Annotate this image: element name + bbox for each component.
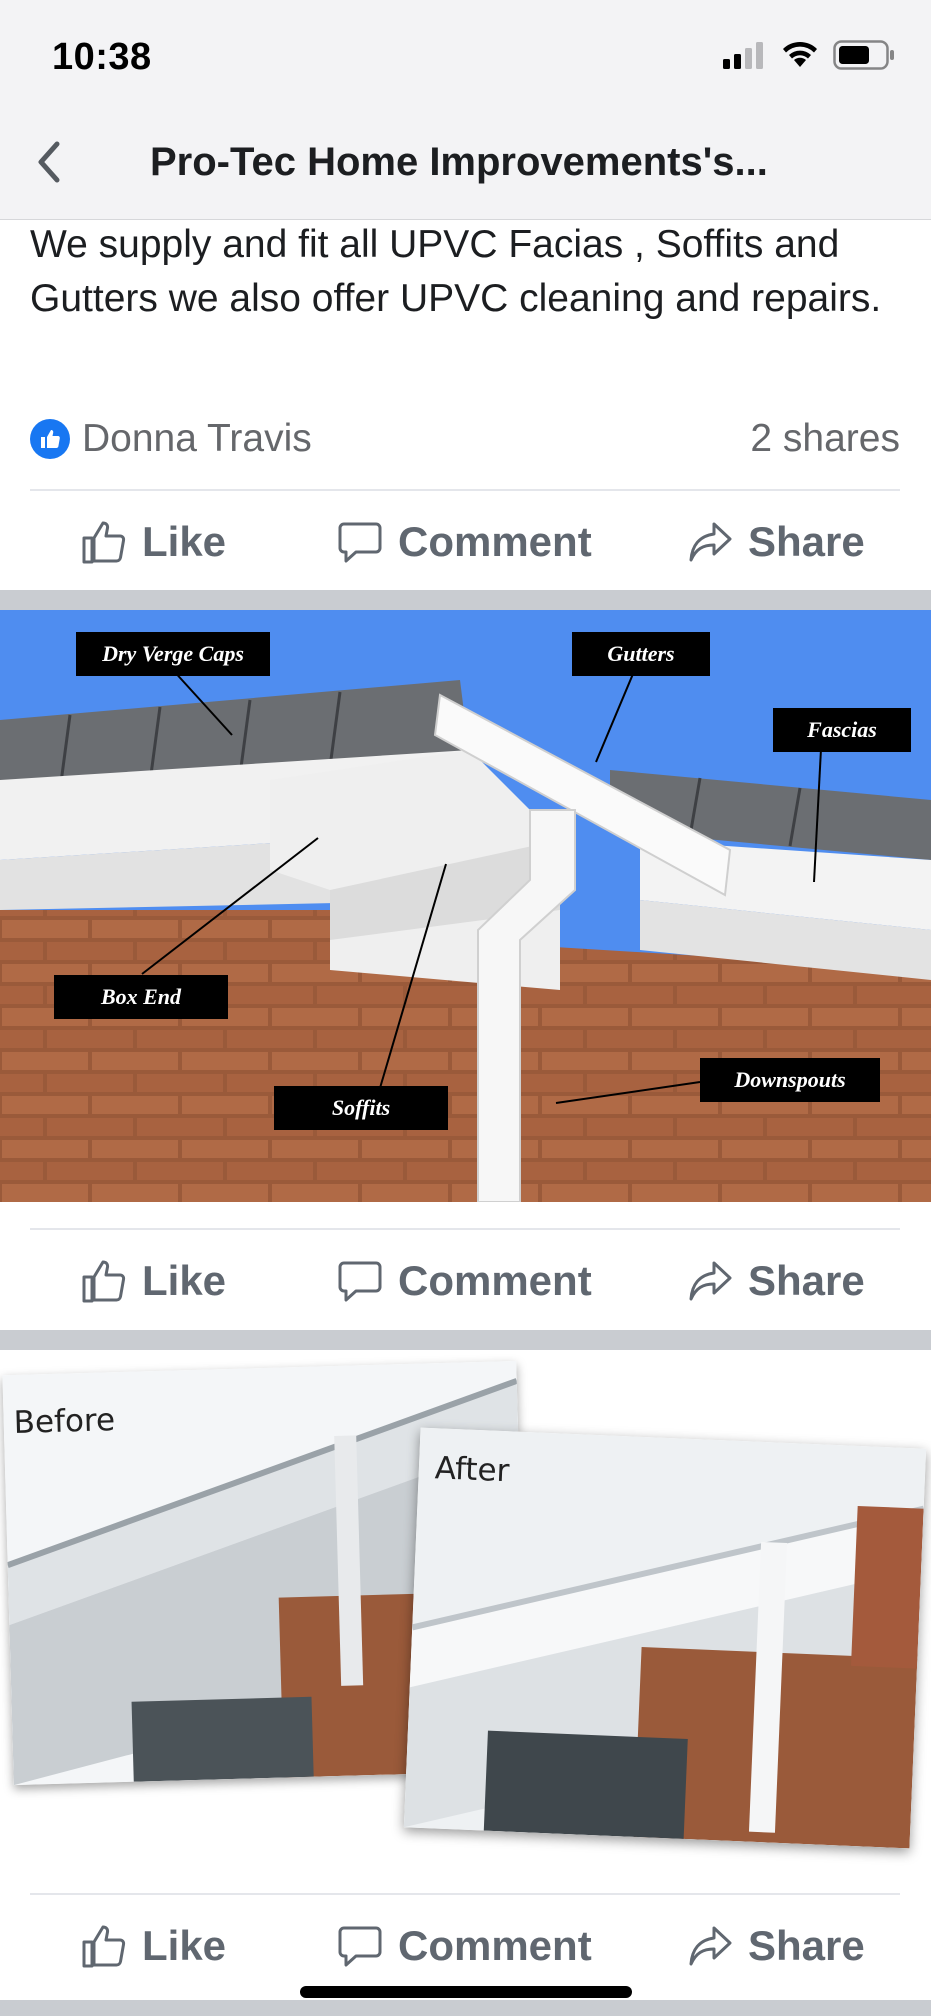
signal-icon (723, 41, 767, 74)
after-label: After (434, 1450, 511, 1490)
label-soffits: Soffits (274, 1086, 448, 1130)
comment-label: Comment (398, 1257, 592, 1304)
like-label: Like (142, 1922, 227, 1969)
label-dry-verge-caps: Dry Verge Caps (76, 632, 270, 676)
wifi-icon (781, 41, 819, 74)
before-label: Before (13, 1402, 116, 1441)
label-gutters: Gutters (572, 632, 710, 676)
comment-icon (336, 518, 384, 566)
divider (30, 1228, 900, 1230)
like-button[interactable]: Like (80, 1922, 226, 1970)
share-label: Share (748, 518, 865, 565)
comment-button[interactable]: Comment (336, 1257, 592, 1305)
thumbs-up-icon (80, 518, 128, 566)
label-downspouts: Downspouts (700, 1058, 880, 1102)
reactor-name[interactable]: Donna Travis (82, 417, 312, 461)
divider (30, 1893, 900, 1895)
share-button[interactable]: Share (686, 1922, 865, 1970)
thumbs-up-icon (80, 1922, 128, 1970)
post-separator (0, 2000, 931, 2016)
action-bar: Like Comment Share (0, 492, 931, 592)
share-button[interactable]: Share (686, 518, 865, 566)
like-button[interactable]: Like (80, 1257, 226, 1305)
share-icon (686, 518, 734, 566)
like-button[interactable]: Like (80, 518, 226, 566)
status-bar: 10:38 (0, 0, 931, 110)
status-time: 10:38 (52, 36, 152, 78)
like-label: Like (142, 1257, 227, 1304)
share-label: Share (748, 1257, 865, 1304)
comment-label: Comment (398, 1922, 592, 1969)
post-text: We supply and fit all UPVC Facias , Soff… (30, 223, 882, 320)
label-fascias: Fascias (773, 708, 911, 752)
status-icons (723, 40, 895, 75)
comment-button[interactable]: Comment (336, 518, 592, 566)
page-title: Pro-Tec Home Improvements's... (150, 140, 768, 184)
back-button[interactable] (24, 140, 72, 188)
post-separator (0, 590, 931, 610)
like-label: Like (142, 518, 227, 565)
battery-icon (833, 40, 895, 75)
post-photo-labeled-roofline[interactable]: Dry Verge Caps Gutters Fascias Box End S… (0, 610, 931, 1202)
label-box-end: Box End (54, 975, 228, 1019)
action-bar: Like Comment Share (0, 1896, 931, 1996)
share-icon (686, 1257, 734, 1305)
like-reaction-icon (30, 419, 70, 459)
post-photo-before-after[interactable]: Before After (0, 1350, 931, 1870)
shares-count[interactable]: 2 shares (750, 417, 900, 461)
thumbs-up-icon (80, 1257, 128, 1305)
reactions-row[interactable]: Donna Travis 2 shares (30, 412, 900, 466)
share-label: Share (748, 1922, 865, 1969)
share-icon (686, 1922, 734, 1970)
after-photo: After (403, 1427, 927, 1849)
post-separator (0, 1330, 931, 1350)
comment-button[interactable]: Comment (336, 1922, 592, 1970)
share-button[interactable]: Share (686, 1257, 865, 1305)
action-bar: Like Comment Share (0, 1231, 931, 1331)
comment-icon (336, 1257, 384, 1305)
home-indicator[interactable] (300, 1986, 632, 1998)
comment-icon (336, 1922, 384, 1970)
chevron-left-icon (33, 140, 63, 189)
nav-bar: Pro-Tec Home Improvements's... (0, 110, 931, 220)
comment-label: Comment (398, 518, 592, 565)
divider (30, 489, 900, 491)
